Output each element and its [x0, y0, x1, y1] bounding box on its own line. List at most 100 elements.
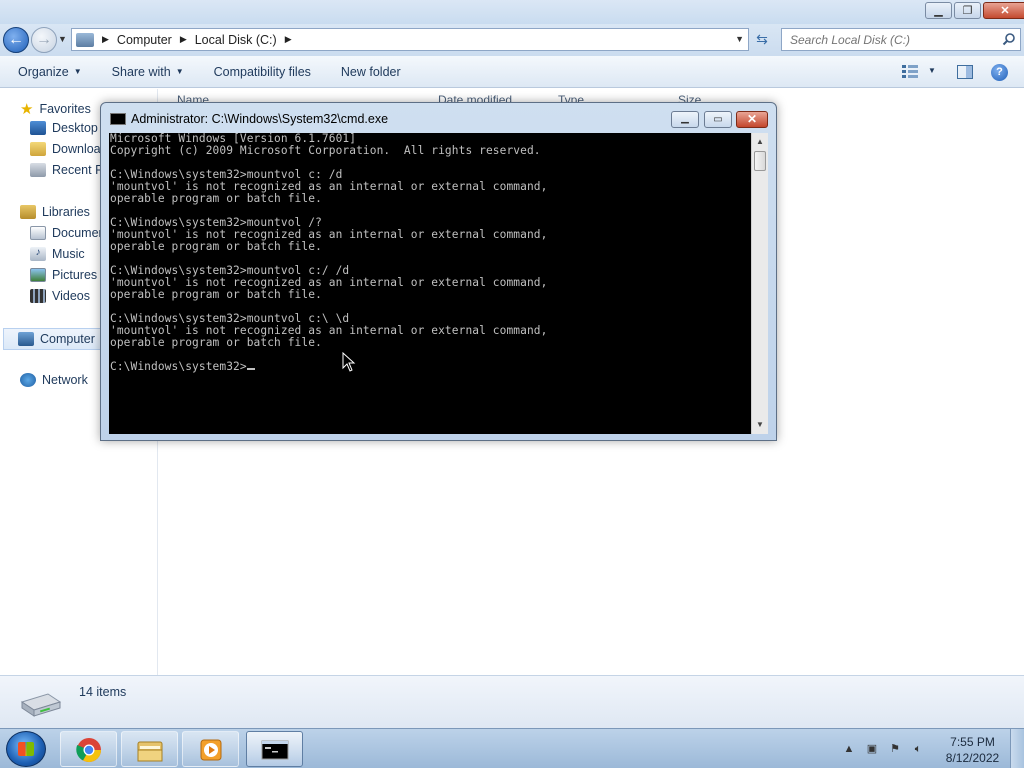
console-line: operable program or batch file. — [110, 288, 322, 301]
search-icon[interactable] — [1002, 32, 1016, 46]
search-input[interactable] — [790, 32, 995, 47]
scroll-up-arrow-icon[interactable]: ▲ — [752, 134, 768, 150]
preview-pane-icon[interactable] — [957, 65, 973, 79]
item-count: 14 items — [79, 685, 127, 699]
media-player-icon — [200, 739, 222, 761]
console-line: operable program or batch file. — [110, 192, 322, 205]
nav-recent-places[interactable]: Recent Pl — [30, 163, 106, 177]
view-options-caret-icon[interactable]: ▼ — [928, 66, 936, 75]
forward-button[interactable]: → — [31, 27, 57, 53]
command-prompt-icon[interactable] — [110, 113, 126, 125]
recent-pages-dropdown[interactable]: ▼ — [58, 34, 67, 44]
cmd-close-button[interactable]: ✕ — [736, 111, 768, 128]
nav-favorites[interactable]: ★ Favorites — [20, 100, 91, 118]
chevron-right-icon[interactable]: ▶ — [180, 34, 187, 45]
window-controls: ▁ ❐ ✕ — [925, 2, 1024, 19]
compatibility-files-button[interactable]: Compatibility files — [199, 65, 326, 79]
clock[interactable]: 7:55 PM 8/12/2022 — [940, 734, 1005, 766]
nav-libraries-label: Libraries — [42, 205, 90, 219]
nav-favorites-label: Favorites — [39, 102, 91, 116]
share-with-label: Share with — [111, 64, 171, 79]
command-prompt-icon — [261, 740, 289, 760]
mouse-pointer-icon — [342, 352, 356, 372]
taskbar-cmd-button[interactable] — [246, 731, 303, 767]
console-line: Copyright (c) 2009 Microsoft Corporation… — [110, 144, 541, 157]
network-icon — [20, 373, 36, 387]
computer-icon — [18, 332, 34, 346]
breadcrumb-local-disk[interactable]: Local Disk (C:) — [195, 33, 277, 47]
cmd-minimize-button[interactable]: ▁ — [671, 111, 699, 128]
taskbar: ▲ ▣ ⚑ 🔈︎ 7:55 PM 8/12/2022 — [0, 728, 1024, 768]
documents-icon — [30, 226, 46, 240]
text-cursor — [246, 368, 255, 370]
pictures-icon — [30, 268, 46, 282]
console-scrollbar[interactable]: ▲ ▼ — [751, 133, 768, 434]
action-center-flag-icon[interactable]: ⚑ — [888, 742, 902, 756]
show-desktop-button[interactable] — [1010, 729, 1024, 768]
nav-downloads-label: Downloa — [52, 142, 101, 156]
share-with-button[interactable]: Share with ▼ — [97, 65, 199, 79]
nav-network[interactable]: Network — [20, 373, 88, 387]
maximize-button[interactable]: ❐ — [954, 2, 981, 19]
console-line: operable program or batch file. — [110, 240, 322, 253]
scroll-down-arrow-icon[interactable]: ▼ — [752, 417, 768, 433]
chevron-right-icon[interactable]: ▶ — [102, 34, 109, 45]
command-bar: Organize ▼ Share with ▼ Compatibility fi… — [0, 56, 1024, 88]
nav-computer-label: Computer — [40, 332, 95, 346]
clock-date: 8/12/2022 — [945, 751, 1000, 765]
console-text: Microsoft Windows [Version 6.1.7601] Copy… — [110, 133, 751, 373]
scrollbar-thumb[interactable] — [754, 151, 766, 171]
nav-videos[interactable]: Videos — [30, 289, 90, 303]
nav-music[interactable]: ♪ Music — [30, 247, 85, 261]
network-status-icon[interactable]: ▣ — [865, 742, 879, 756]
help-icon[interactable]: ? — [991, 64, 1008, 81]
taskbar-explorer-button[interactable] — [121, 731, 178, 767]
address-row: ← → ▼ ▶ Computer ▶ Local Disk (C:) ▶ ▼ ⇆ — [0, 24, 1024, 56]
nav-music-label: Music — [52, 247, 85, 261]
nav-downloads[interactable]: Downloa — [30, 142, 101, 156]
change-view-icon[interactable] — [902, 65, 918, 78]
explorer-title-bar[interactable]: ▁ ❐ ✕ — [0, 0, 1024, 24]
taskbar-chrome-button[interactable] — [60, 731, 117, 767]
volume-icon[interactable]: 🔈︎ — [911, 742, 925, 756]
chevron-right-icon[interactable]: ▶ — [285, 34, 292, 45]
console-output[interactable]: Microsoft Windows [Version 6.1.7601] Copy… — [109, 133, 751, 434]
nav-network-label: Network — [42, 373, 88, 387]
system-tray: ▲ ▣ ⚑ 🔈︎ — [842, 729, 925, 768]
start-button[interactable] — [6, 731, 46, 767]
new-folder-button[interactable]: New folder — [326, 65, 416, 79]
computer-location-icon — [76, 32, 94, 47]
folder-icon — [137, 741, 163, 762]
clock-time: 7:55 PM — [950, 735, 995, 749]
close-button[interactable]: ✕ — [983, 2, 1024, 19]
organize-label: Organize — [18, 64, 69, 79]
music-icon: ♪ — [30, 247, 46, 261]
cmd-window: Administrator: C:\Windows\System32\cmd.e… — [100, 102, 777, 441]
breadcrumb-computer[interactable]: Computer — [117, 33, 172, 47]
organize-button[interactable]: Organize ▼ — [0, 65, 97, 79]
nav-videos-label: Videos — [52, 289, 90, 303]
nav-recent-label: Recent Pl — [52, 163, 107, 177]
nav-libraries[interactable]: Libraries — [20, 205, 90, 219]
show-hidden-icons-arrow-icon[interactable]: ▲ — [842, 742, 856, 756]
address-bar[interactable]: ▶ Computer ▶ Local Disk (C:) ▶ ▼ — [71, 28, 749, 51]
minimize-button[interactable]: ▁ — [925, 2, 952, 19]
downloads-folder-icon — [30, 142, 46, 156]
nav-documents[interactable]: Documer — [30, 226, 103, 240]
nav-desktop-label: Desktop — [52, 121, 98, 135]
cmd-maximize-button[interactable]: ▭ — [704, 111, 732, 128]
console-line: operable program or batch file. — [110, 336, 322, 349]
nav-pictures[interactable]: Pictures — [30, 268, 97, 282]
nav-pictures-label: Pictures — [52, 268, 98, 282]
nav-desktop[interactable]: Desktop — [30, 121, 98, 135]
cmd-title-bar[interactable]: Administrator: C:\Windows\System32\cmd.e… — [101, 103, 776, 133]
cmd-window-title: Administrator: C:\Windows\System32\cmd.e… — [131, 112, 389, 126]
search-box — [781, 28, 1021, 51]
caret-down-icon: ▼ — [73, 67, 82, 76]
hard-drive-icon — [20, 693, 62, 717]
back-button[interactable]: ← — [3, 27, 29, 53]
address-dropdown-icon[interactable]: ▼ — [735, 34, 744, 44]
refresh-icon[interactable]: ⇆ — [752, 31, 772, 49]
videos-icon — [30, 289, 46, 303]
taskbar-media-player-button[interactable] — [182, 731, 239, 767]
